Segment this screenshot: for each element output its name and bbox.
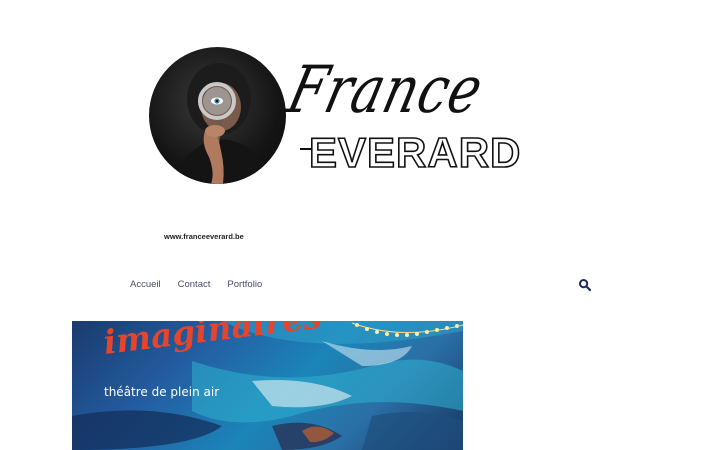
- avatar-photo: [169, 63, 274, 184]
- banner-subtitle: théâtre de plein air: [104, 385, 220, 399]
- nav-item-portfolio[interactable]: Portfolio: [227, 279, 262, 290]
- logo-block-text: EVERARD: [308, 129, 522, 176]
- search-button[interactable]: [578, 278, 592, 292]
- main-nav: Accueil Contact Portfolio: [130, 279, 262, 290]
- logo-script-text: France: [280, 53, 491, 128]
- nav-item-contact[interactable]: Contact: [178, 279, 211, 290]
- page: France EVERARD www.franceeverard.be Accu…: [0, 0, 720, 450]
- site-url: www.franceeverard.be: [164, 232, 244, 241]
- nav-item-accueil[interactable]: Accueil: [130, 279, 161, 290]
- logo-avatar: [149, 47, 286, 184]
- hero-banner[interactable]: imaginaires théâtre de plein air: [72, 321, 463, 450]
- search-icon: [579, 279, 592, 292]
